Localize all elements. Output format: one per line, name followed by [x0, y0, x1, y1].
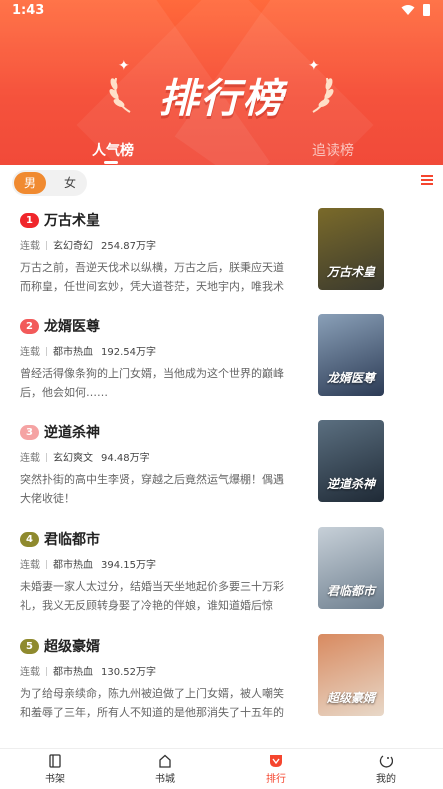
book-word-count: 394.15万字 [101, 560, 156, 571]
book-genre: 都市热血 [53, 347, 93, 358]
book-genre: 都市热血 [53, 667, 93, 678]
nav-bookstore[interactable]: 书城 [135, 754, 195, 785]
book-cover[interactable]: 君临都市 [318, 527, 384, 609]
nav-bookstore-label: 书城 [155, 774, 175, 785]
bottom-nav: 书架 书城 排行 我的 [0, 748, 443, 789]
rank-badge: 1 [20, 213, 39, 228]
book-meta: 连载 都市热血 394.15万字 [20, 556, 156, 571]
book-description: 突然扑街的高中生李贤，穿越之后竟然运气爆棚！偶遇大佬收徒！ [20, 473, 284, 505]
nav-bookshelf-label: 书架 [45, 774, 65, 785]
bookshelf-icon [49, 754, 61, 768]
book-status: 连载 [20, 560, 40, 571]
book-cover-title: 君临都市 [326, 584, 375, 598]
tab-indicator [104, 161, 118, 164]
book-word-count: 130.52万字 [101, 667, 156, 678]
wifi-icon [401, 5, 415, 15]
status-time: 1:43 [12, 3, 45, 18]
book-list-item[interactable]: 3 逆道杀神 连载 玄幻爽文 94.48万字 突然扑街的高中生李贤，穿越之后竟然运气爆棚！… [0, 420, 443, 525]
book-status: 连载 [20, 241, 40, 252]
book-title[interactable]: 超级豪婿 [44, 636, 100, 656]
book-genre: 都市热血 [53, 560, 93, 571]
book-word-count: 94.48万字 [101, 453, 150, 464]
book-title[interactable]: 君临都市 [44, 529, 100, 549]
nav-ranking-label: 排行 [266, 774, 286, 785]
book-meta: 连载 玄幻爽文 94.48万字 [20, 449, 150, 464]
gender-toggle: 男 女 [12, 170, 87, 196]
book-description: 未婚妻一家人太过分，结婚当天坐地起价多要三十万彩礼，我义无反顾转身娶了冷艳的伴娘… [20, 580, 284, 612]
tab-popular[interactable]: 人气榜 [92, 140, 134, 160]
meta-divider [46, 560, 47, 569]
laurel-right-icon [312, 77, 334, 113]
book-cover-title: 龙婿医尊 [326, 371, 375, 385]
list-view-icon[interactable] [421, 175, 433, 185]
book-list-item[interactable]: 5 超级豪婿 连载 都市热血 130.52万字 为了给母亲续命，陈九州被迫做了上门女婿，被… [0, 634, 443, 739]
meta-divider [46, 347, 47, 356]
book-title[interactable]: 万古术皇 [44, 210, 100, 230]
gender-male-button[interactable]: 男 [14, 172, 46, 194]
nav-bookshelf[interactable]: 书架 [25, 754, 85, 785]
book-genre: 玄幻奇幻 [53, 241, 93, 252]
rank-badge: 3 [20, 425, 39, 440]
book-list-item[interactable]: 4 君临都市 连载 都市热血 394.15万字 未婚妻一家人太过分，结婚当天坐地起价多要三… [0, 527, 443, 632]
book-cover[interactable]: 万古术皇 [318, 208, 384, 290]
battery-icon [423, 4, 430, 16]
book-cover[interactable]: 超级豪婿 [318, 634, 384, 716]
meta-divider [46, 241, 47, 250]
nav-profile[interactable]: 我的 [356, 754, 416, 785]
book-status: 连载 [20, 453, 40, 464]
book-description: 曾经活得像条狗的上门女婿，当他成为这个世界的巅峰后，他会如何…… [20, 367, 284, 399]
book-description: 为了给母亲续命，陈九州被迫做了上门女婿，被人嘲笑和羞辱了三年，所有人不知道的是他… [20, 687, 284, 719]
gender-female-button[interactable]: 女 [60, 172, 80, 194]
book-word-count: 192.54万字 [101, 347, 156, 358]
rank-badge: 2 [20, 319, 39, 334]
meta-divider [46, 453, 47, 462]
book-word-count: 254.87万字 [101, 241, 156, 252]
ranking-icon [270, 755, 282, 767]
book-cover-title: 超级豪婿 [326, 691, 375, 705]
ranking-tabs: 人气榜 追读榜 [0, 140, 443, 165]
book-cover[interactable]: 龙婿医尊 [318, 314, 384, 396]
book-cover-title: 逆道杀神 [326, 477, 375, 491]
book-meta: 连载 都市热血 130.52万字 [20, 663, 156, 678]
book-cover[interactable]: 逆道杀神 [318, 420, 384, 502]
header-banner: 1:43 ✦ ✦ 排行榜 人气榜 追读榜 [0, 0, 443, 165]
rank-badge: 5 [20, 639, 39, 654]
profile-icon [379, 755, 393, 768]
book-meta: 连载 都市热血 192.54万字 [20, 343, 156, 358]
book-list-item[interactable]: 2 龙婿医尊 连载 都市热血 192.54万字 曾经活得像条狗的上门女婿，当他成为这个世界… [0, 314, 443, 419]
book-meta: 连载 玄幻奇幻 254.87万字 [20, 237, 156, 252]
rank-badge: 4 [20, 532, 39, 547]
book-title[interactable]: 龙婿医尊 [44, 316, 100, 336]
book-cover-title: 万古术皇 [326, 265, 375, 279]
page-title: 排行榜 [158, 76, 285, 122]
book-description: 万古之前，吾逆天伐术以纵横，万古之后，朕秉应天道而称皇，任世间玄妙，凭大道苍茫，… [20, 261, 284, 293]
meta-divider [46, 667, 47, 676]
book-list-item[interactable]: 1 万古术皇 连载 玄幻奇幻 254.87万字 万古之前，吾逆天伐术以纵横，万古之后，朕秉… [0, 208, 443, 313]
status-bar: 1:43 [0, 0, 443, 22]
tab-following[interactable]: 追读榜 [312, 140, 354, 160]
bookstore-icon [159, 754, 171, 768]
nav-profile-label: 我的 [376, 774, 396, 785]
book-status: 连载 [20, 667, 40, 678]
book-title[interactable]: 逆道杀神 [44, 422, 100, 442]
book-status: 连载 [20, 347, 40, 358]
book-genre: 玄幻爽文 [53, 453, 93, 464]
nav-ranking[interactable]: 排行 [246, 754, 306, 785]
